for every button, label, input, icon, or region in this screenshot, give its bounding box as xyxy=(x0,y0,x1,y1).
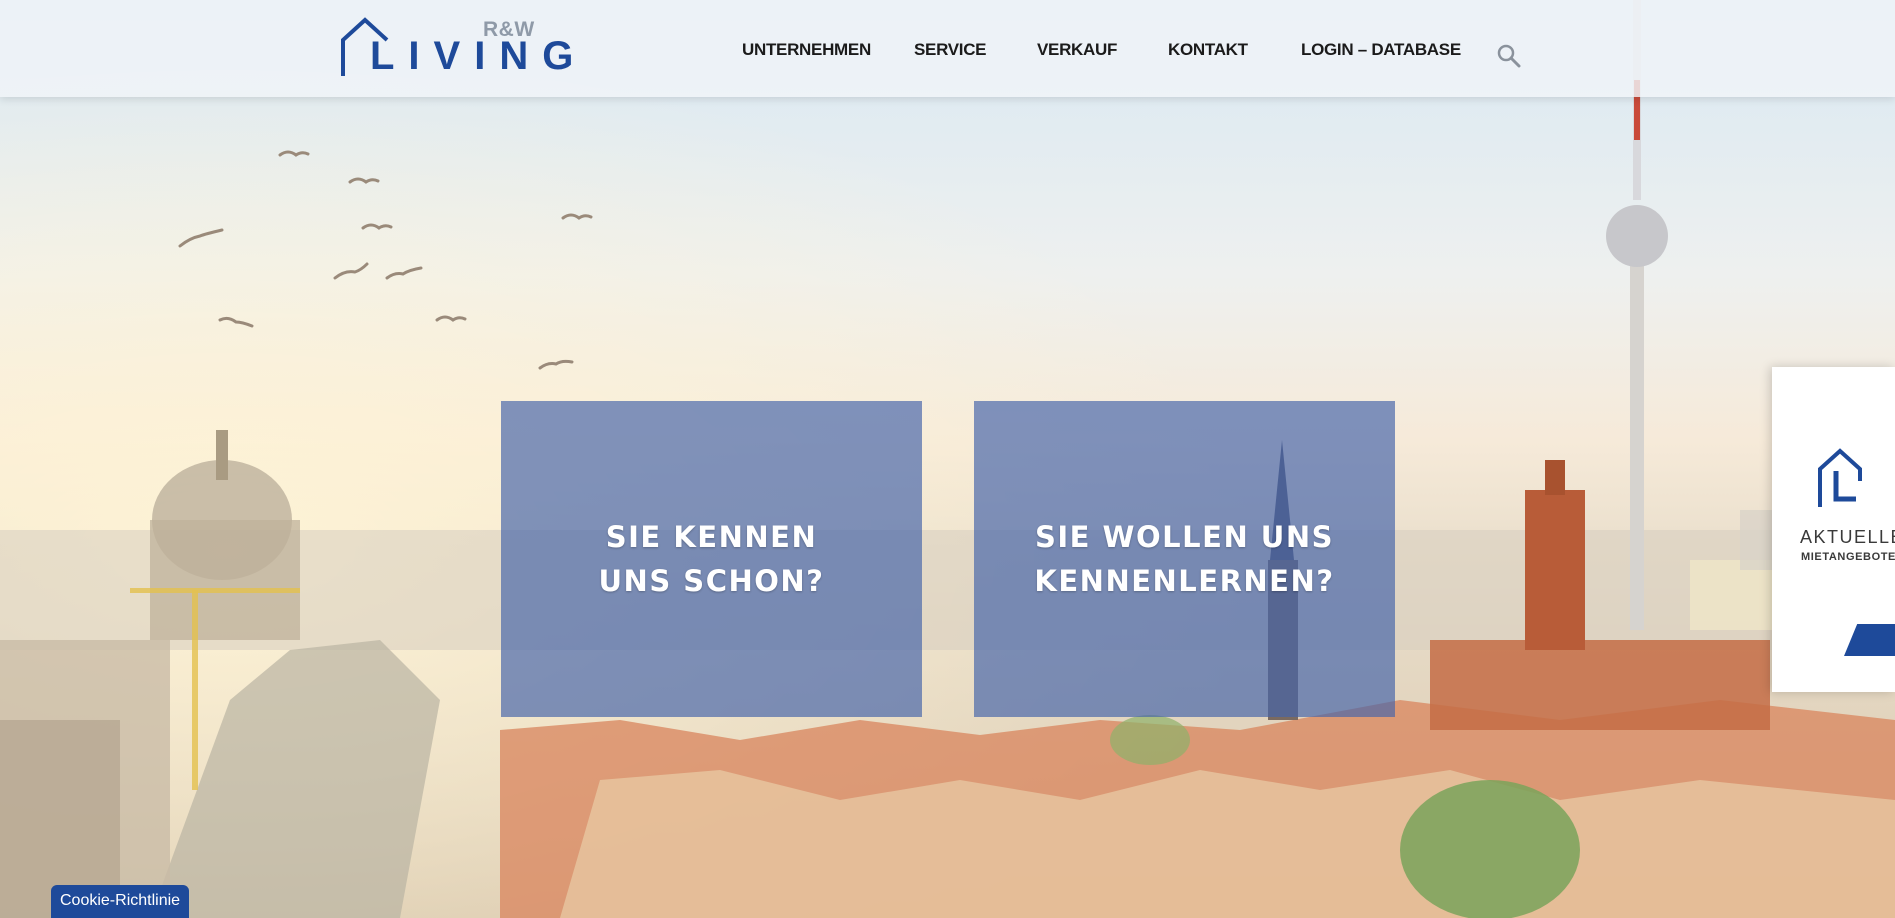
tile-know-us-line1: SIE KENNEN xyxy=(605,520,818,554)
tile-know-us-text: SIE KENNEN UNS SCHON? xyxy=(599,515,825,603)
tile-meet-us[interactable]: SIE WOLLEN UNS KENNENLERNEN? xyxy=(974,401,1395,717)
nav-item-login-database[interactable]: LOGIN – DATABASE xyxy=(1301,40,1461,60)
tile-meet-us-text: SIE WOLLEN UNS KENNENLERNEN? xyxy=(1034,515,1334,603)
tile-know-us-line2: UNS SCHON? xyxy=(598,564,825,598)
tile-meet-us-line2: KENNENLERNEN? xyxy=(1034,564,1335,598)
house-l-icon xyxy=(1818,448,1862,507)
nav-item-kontakt[interactable]: KONTAKT xyxy=(1168,40,1248,60)
cookie-policy-button[interactable]: Cookie-Richtlinie xyxy=(51,885,190,918)
rental-offers-subtitle: MIETANGEBOTE xyxy=(1801,551,1895,563)
nav-item-verkauf[interactable]: VERKAUF xyxy=(1037,40,1117,60)
rental-offers-widget[interactable]: AKTUELLE MIETANGEBOTE xyxy=(1772,367,1895,692)
logo[interactable]: R&W LIVING xyxy=(340,16,573,80)
tile-meet-us-line1: SIE WOLLEN UNS xyxy=(1034,520,1335,554)
nav-item-service[interactable]: SERVICE xyxy=(914,40,987,60)
search-button[interactable] xyxy=(1497,44,1521,68)
hero-background xyxy=(0,0,1895,918)
tile-know-us[interactable]: SIE KENNEN UNS SCHON? xyxy=(501,401,922,717)
rental-offers-tab[interactable] xyxy=(1844,624,1895,656)
nav-item-unternehmen[interactable]: UNTERNEHMEN xyxy=(742,40,871,60)
logo-brand-main: LIVING xyxy=(370,34,588,78)
berlin-skyline-image xyxy=(0,0,1895,918)
search-icon xyxy=(1497,44,1521,68)
rental-offers-title: AKTUELLE xyxy=(1800,527,1895,547)
site-header: R&W LIVING UNTERNEHMEN SERVICE VERKAUF K… xyxy=(0,0,1895,97)
